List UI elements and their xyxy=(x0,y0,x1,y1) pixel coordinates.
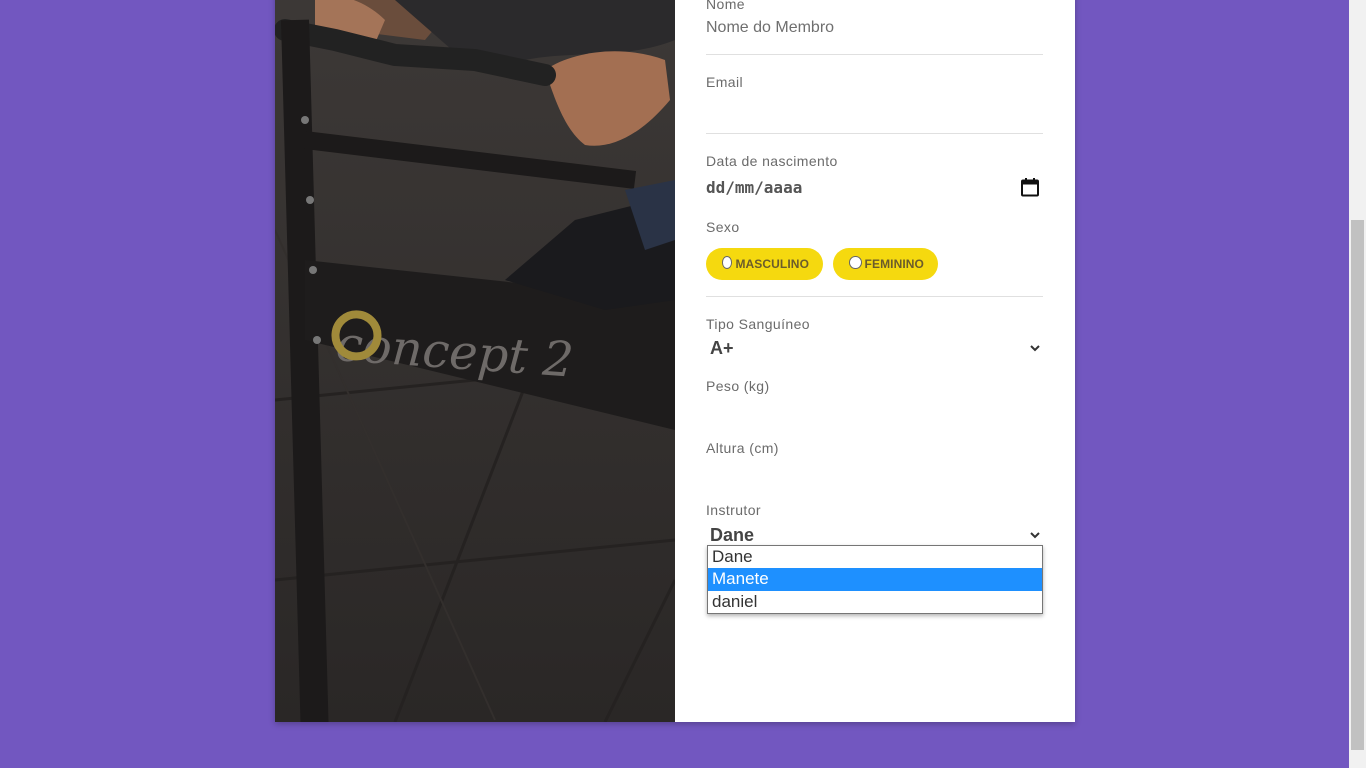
birthdate-input[interactable]: dd/mm/aaaa xyxy=(706,178,802,197)
height-input[interactable] xyxy=(706,462,1043,484)
instructor-option-highlighted[interactable]: Manete xyxy=(708,568,1042,591)
instructor-option[interactable]: daniel xyxy=(708,591,1042,613)
blood-type-select[interactable]: A+ xyxy=(706,338,1043,362)
sex-option-masculino[interactable]: MASCULINO xyxy=(706,248,823,280)
instructor-value: Dane xyxy=(710,525,755,545)
sex-underline xyxy=(706,296,1043,297)
page-scrollbar[interactable] xyxy=(1349,0,1366,768)
instructor-dropdown: Dane Manete daniel xyxy=(707,545,1043,614)
sex-option-feminino[interactable]: FEMININO xyxy=(833,248,938,280)
rowing-machine-image: concept 2 xyxy=(275,0,675,722)
birthdate-label: Data de nascimento xyxy=(706,153,838,169)
email-input[interactable] xyxy=(706,96,1043,118)
weight-input[interactable] xyxy=(706,400,1043,422)
blood-type-value: A+ xyxy=(710,338,734,358)
name-label: Nome xyxy=(706,0,745,12)
name-input[interactable]: Nome do Membro xyxy=(706,19,834,37)
sex-option-label: FEMININO xyxy=(864,257,924,271)
calendar-icon[interactable] xyxy=(1020,177,1040,197)
weight-label: Peso (kg) xyxy=(706,378,770,394)
chevron-down-icon xyxy=(1030,532,1040,539)
radio-circle-icon[interactable] xyxy=(722,255,733,269)
instructor-label: Instrutor xyxy=(706,502,761,518)
email-underline xyxy=(706,133,1043,134)
registration-card: concept 2 Nome Nome do Membro Email Data… xyxy=(275,0,1075,722)
gym-photo: concept 2 xyxy=(275,0,675,722)
name-underline xyxy=(706,54,1043,55)
sex-label: Sexo xyxy=(706,219,740,235)
chevron-down-icon xyxy=(1030,345,1040,352)
instructor-option[interactable]: Dane xyxy=(708,546,1042,568)
sex-option-label: MASCULINO xyxy=(735,257,809,271)
blood-type-label: Tipo Sanguíneo xyxy=(706,316,810,332)
radio-circle-icon[interactable] xyxy=(849,255,862,269)
email-label: Email xyxy=(706,74,744,90)
scrollbar-thumb[interactable] xyxy=(1351,220,1364,750)
height-label: Altura (cm) xyxy=(706,440,779,456)
